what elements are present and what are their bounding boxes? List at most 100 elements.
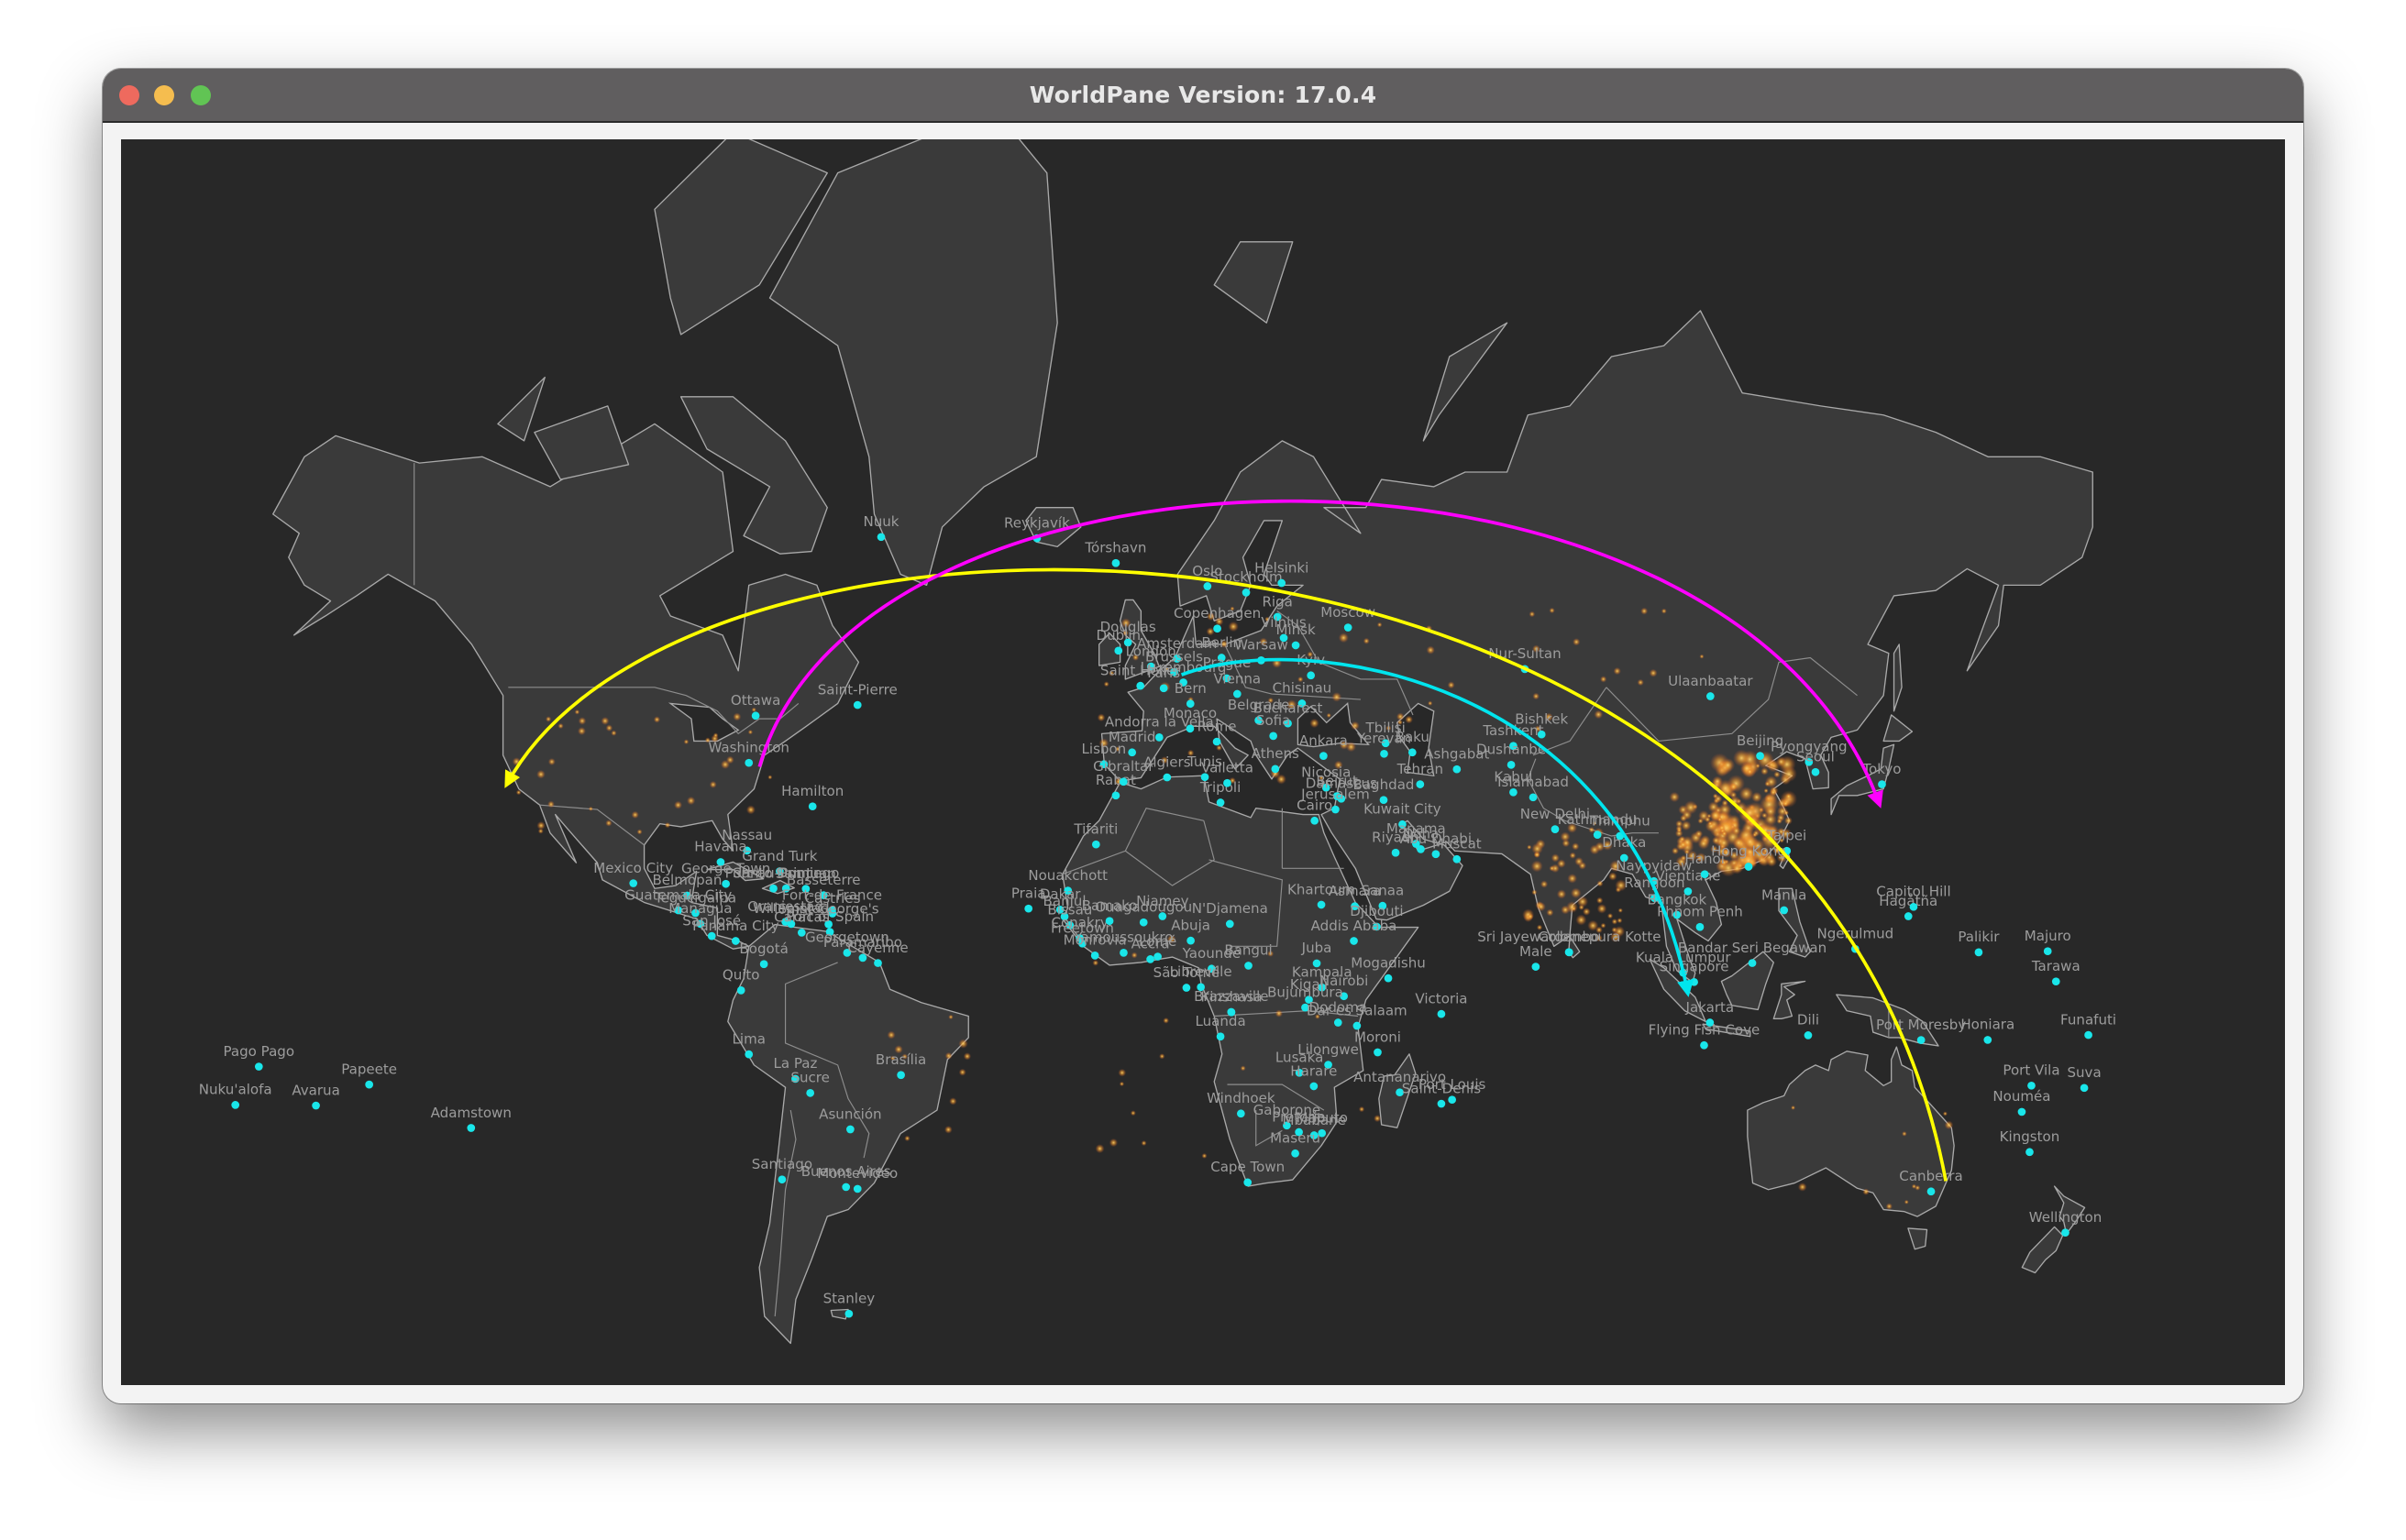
title-bar[interactable]: WorldPane Version: 17.0.4 <box>103 69 2303 123</box>
city-dot[interactable] <box>1277 578 1286 588</box>
city-dot[interactable] <box>1242 588 1251 597</box>
city-dot[interactable] <box>1111 558 1120 567</box>
city-dot[interactable] <box>1243 1178 1253 1187</box>
city-dot[interactable] <box>1564 948 1573 957</box>
city-dot[interactable] <box>1343 623 1352 632</box>
city-dot[interactable] <box>1244 962 1253 970</box>
city-dot[interactable] <box>1091 840 1100 849</box>
city-dot[interactable] <box>1690 977 1698 986</box>
city-dot[interactable] <box>1904 912 1913 920</box>
city-dot[interactable] <box>1811 767 1820 776</box>
city-dot[interactable] <box>806 1088 815 1097</box>
city-dot[interactable] <box>1158 912 1167 920</box>
city-dot[interactable] <box>808 802 817 811</box>
city-marker[interactable]: Funafuti <box>2060 1011 2116 1040</box>
city-marker[interactable]: Palikir <box>1958 929 2000 957</box>
city-dot[interactable] <box>312 1101 320 1110</box>
city-dot[interactable] <box>769 884 778 893</box>
city-dot[interactable] <box>1128 748 1137 757</box>
city-dot[interactable] <box>745 1050 754 1059</box>
city-dot[interactable] <box>1333 1018 1342 1027</box>
city-dot[interactable] <box>1120 949 1128 957</box>
city-dot[interactable] <box>1780 906 1789 915</box>
city-dot[interactable] <box>1186 936 1195 945</box>
city-marker[interactable]: Port Vila <box>2003 1062 2060 1090</box>
city-dot[interactable] <box>1331 805 1340 814</box>
city-dot[interactable] <box>1452 854 1462 864</box>
city-dot[interactable] <box>1319 752 1328 760</box>
city-dot[interactable] <box>1744 863 1753 871</box>
city-dot[interactable] <box>1090 952 1099 960</box>
city-dot[interactable] <box>1159 684 1168 693</box>
city-dot[interactable] <box>1136 681 1145 690</box>
city-marker[interactable]: Kingston <box>2000 1128 2060 1157</box>
city-dot[interactable] <box>1146 955 1154 963</box>
city-dot[interactable] <box>1139 918 1148 927</box>
city-dot[interactable] <box>1391 848 1400 857</box>
city-dot[interactable] <box>1225 919 1234 929</box>
city-dot[interactable] <box>1350 937 1358 945</box>
city-marker[interactable]: Suva <box>2067 1064 2102 1093</box>
city-dot[interactable] <box>1271 764 1280 774</box>
city-marker[interactable]: Hamilton <box>781 783 844 811</box>
city-dot[interactable] <box>1216 798 1225 807</box>
city-dot[interactable] <box>1983 1036 1992 1044</box>
city-dot[interactable] <box>853 1184 862 1194</box>
city-marker[interactable]: Saint-Denis <box>1402 1080 1481 1108</box>
city-dot[interactable] <box>254 1062 263 1071</box>
city-dot[interactable] <box>877 533 886 542</box>
city-marker[interactable]: Athens <box>1252 745 1299 774</box>
city-dot[interactable] <box>1182 984 1191 992</box>
city-dot[interactable] <box>1531 962 1540 971</box>
city-dot[interactable] <box>1186 699 1195 709</box>
city-dot[interactable] <box>736 986 745 995</box>
city-dot[interactable] <box>365 1080 373 1089</box>
city-marker[interactable]: Dili <box>1797 1012 1819 1040</box>
city-dot[interactable] <box>745 758 754 767</box>
city-dot[interactable] <box>1111 791 1120 800</box>
city-dot[interactable] <box>1212 737 1221 746</box>
city-dot[interactable] <box>1700 870 1709 879</box>
city-dot[interactable] <box>1269 732 1278 741</box>
city-dot[interactable] <box>1236 1109 1245 1118</box>
city-marker[interactable]: Manila <box>1761 886 1806 915</box>
city-dot[interactable] <box>842 1182 851 1192</box>
city-dot[interactable] <box>1878 780 1886 788</box>
city-marker[interactable]: Nouméa <box>1992 1088 2051 1116</box>
city-dot[interactable] <box>2017 1107 2026 1116</box>
city-dot[interactable] <box>2084 1030 2092 1040</box>
city-marker[interactable]: Pago Pago <box>224 1043 295 1071</box>
city-dot[interactable] <box>1024 904 1033 913</box>
city-dot[interactable] <box>874 959 882 967</box>
city-dot[interactable] <box>1529 793 1538 802</box>
city-dot[interactable] <box>853 700 862 710</box>
city-marker[interactable]: Majuro <box>2025 928 2071 956</box>
city-dot[interactable] <box>1380 749 1388 758</box>
world-map-canvas[interactable]: Nuuk ReykjavíkTórshavnOsloStockholmHelsin… <box>121 139 2285 1385</box>
city-marker[interactable]: Wellington <box>2029 1209 2102 1237</box>
city-dot[interactable] <box>1317 900 1326 909</box>
city-dot[interactable] <box>231 1101 240 1109</box>
city-dot[interactable] <box>1374 1048 1382 1057</box>
city-dot[interactable] <box>2043 947 2052 956</box>
city-dot[interactable] <box>731 937 740 945</box>
city-dot[interactable] <box>1452 764 1462 774</box>
city-dot[interactable] <box>1384 974 1393 983</box>
city-marker[interactable]: Adamstown <box>431 1105 512 1132</box>
city-dot[interactable] <box>1153 952 1162 961</box>
city-dot[interactable] <box>1683 887 1693 896</box>
city-dot[interactable] <box>844 1309 854 1318</box>
city-dot[interactable] <box>1748 959 1757 967</box>
city-dot[interactable] <box>1416 780 1425 788</box>
city-dot[interactable] <box>846 1125 855 1134</box>
city-dot[interactable] <box>1119 777 1128 786</box>
city-dot[interactable] <box>1163 773 1172 782</box>
city-marker[interactable]: Stanley <box>823 1290 876 1318</box>
city-dot[interactable] <box>897 1071 905 1080</box>
city-marker[interactable]: Praia <box>1011 885 1046 913</box>
city-dot[interactable] <box>1154 733 1164 742</box>
city-dot[interactable] <box>1186 724 1195 733</box>
city-dot[interactable] <box>1437 1099 1446 1108</box>
city-marker[interactable]: Avarua <box>292 1082 340 1110</box>
city-dot[interactable] <box>751 711 760 720</box>
